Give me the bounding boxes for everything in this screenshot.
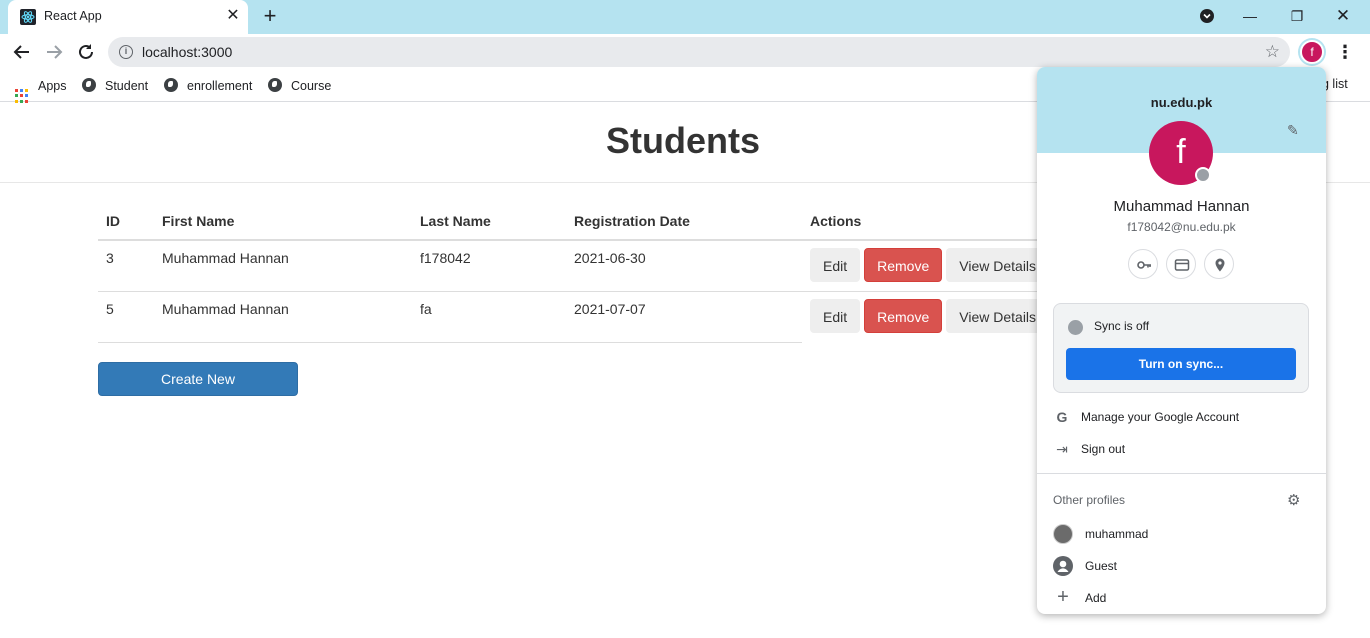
back-button[interactable] <box>10 40 34 64</box>
cell-registration-date: 2021-07-07 <box>566 291 802 343</box>
google-g-icon: G <box>1056 409 1068 425</box>
bookmark-apps[interactable]: Apps <box>15 77 67 103</box>
column-header-last-name: Last Name <box>412 202 566 241</box>
gear-icon[interactable]: ⚙ <box>1287 491 1300 509</box>
passwords-key-icon[interactable] <box>1128 249 1158 279</box>
profile-label: muhammad <box>1085 527 1149 541</box>
payment-card-icon[interactable] <box>1166 249 1196 279</box>
profile-item-guest[interactable]: Guest <box>1037 550 1326 582</box>
bookmark-enrollement[interactable]: enrollement <box>164 77 252 95</box>
sign-out-label: Sign out <box>1081 442 1126 456</box>
sync-off-icon <box>1068 320 1083 335</box>
view-details-button[interactable]: View Details <box>946 298 1050 333</box>
location-pin-icon[interactable] <box>1204 249 1234 279</box>
restore-button[interactable]: ❐ <box>1283 4 1311 28</box>
url-text[interactable]: localhost:3000 <box>142 44 232 60</box>
bookmark-label: Course <box>291 79 332 93</box>
view-details-button[interactable]: View Details <box>946 248 1050 282</box>
manage-google-account-item[interactable]: G Manage your Google Account <box>1037 401 1326 433</box>
profile-name: Muhammad Hannan <box>1113 198 1250 215</box>
sign-out-icon: ⇥ <box>1056 441 1068 457</box>
tab-strip: React App ✕ + — ❐ ✕ <box>0 0 1370 34</box>
bookmark-label: enrollement <box>187 79 253 93</box>
close-tab-icon[interactable]: ✕ <box>224 6 242 26</box>
profile-label: Add <box>1085 591 1107 605</box>
add-profile-item[interactable]: + Add <box>1037 582 1326 614</box>
other-profiles-heading: Other profiles <box>1053 493 1126 507</box>
manage-account-label: Manage your Google Account <box>1081 410 1240 424</box>
reload-button[interactable] <box>74 40 98 64</box>
close-window-button[interactable]: ✕ <box>1329 4 1357 28</box>
sign-out-item[interactable]: ⇥ Sign out <box>1037 433 1326 465</box>
globe-icon <box>268 78 282 92</box>
guest-person-icon <box>1053 556 1073 576</box>
cell-first-name: Muhammad Hannan <box>154 291 412 343</box>
profile-item-muhammad[interactable]: muhammad <box>1037 518 1326 550</box>
profile-popup: nu.edu.pk ✎ f Muhammad Hannan f178042@nu… <box>1037 67 1326 614</box>
cell-last-name: f178042 <box>412 240 566 292</box>
site-info-icon[interactable]: i <box>119 45 133 59</box>
react-logo-icon <box>20 9 36 25</box>
remove-button[interactable]: Remove <box>864 248 943 282</box>
new-tab-button[interactable]: + <box>258 4 282 28</box>
profile-domain: nu.edu.pk <box>1150 95 1213 110</box>
edit-pencil-icon[interactable]: ✎ <box>1287 123 1301 137</box>
turn-on-sync-button[interactable]: Turn on sync... <box>1066 348 1296 380</box>
globe-icon <box>164 78 178 92</box>
create-new-button[interactable]: Create New <box>98 362 298 396</box>
edit-button[interactable]: Edit <box>810 298 861 333</box>
bookmark-student[interactable]: Student <box>82 77 148 95</box>
address-bar[interactable]: i localhost:3000 ☆ <box>108 37 1290 67</box>
cell-registration-date: 2021-06-30 <box>566 240 802 292</box>
bookmark-star-icon[interactable]: ☆ <box>1265 42 1280 62</box>
browser-toolbar: i localhost:3000 ☆ f ⋮ <box>0 34 1370 70</box>
cell-id: 5 <box>98 291 154 343</box>
divider <box>1037 473 1326 474</box>
bookmark-label: Apps <box>38 79 67 93</box>
bookmark-label: Student <box>105 79 149 93</box>
remove-button[interactable]: Remove <box>864 298 943 333</box>
profile-photo-avatar <box>1053 524 1073 544</box>
column-header-first-name: First Name <box>154 202 412 241</box>
sync-section: Sync is off Turn on sync... <box>1053 303 1309 393</box>
cell-id: 3 <box>98 240 154 292</box>
globe-icon <box>82 78 96 92</box>
forward-button[interactable] <box>42 40 66 64</box>
tab-title: React App <box>44 9 102 23</box>
apps-grid-icon <box>15 89 29 103</box>
profile-avatar-button[interactable]: f <box>1300 40 1324 64</box>
tab-search-button[interactable] <box>1193 4 1221 28</box>
column-header-id: ID <box>98 202 154 241</box>
minimize-button[interactable]: — <box>1236 4 1264 28</box>
edit-button[interactable]: Edit <box>810 248 861 282</box>
plus-icon: + <box>1057 586 1069 608</box>
sync-status: Sync is off <box>1094 319 1150 333</box>
browser-tab[interactable]: React App ✕ <box>8 0 248 34</box>
cell-last-name: fa <box>412 291 566 343</box>
profile-label: Guest <box>1085 559 1118 573</box>
column-header-registration-date: Registration Date <box>566 202 802 241</box>
bookmark-course[interactable]: Course <box>268 77 331 95</box>
kebab-menu-icon[interactable]: ⋮ <box>1336 42 1354 62</box>
cell-first-name: Muhammad Hannan <box>154 240 412 292</box>
profile-email: f178042@nu.edu.pk <box>1127 220 1236 234</box>
sync-paused-icon <box>1195 167 1211 183</box>
